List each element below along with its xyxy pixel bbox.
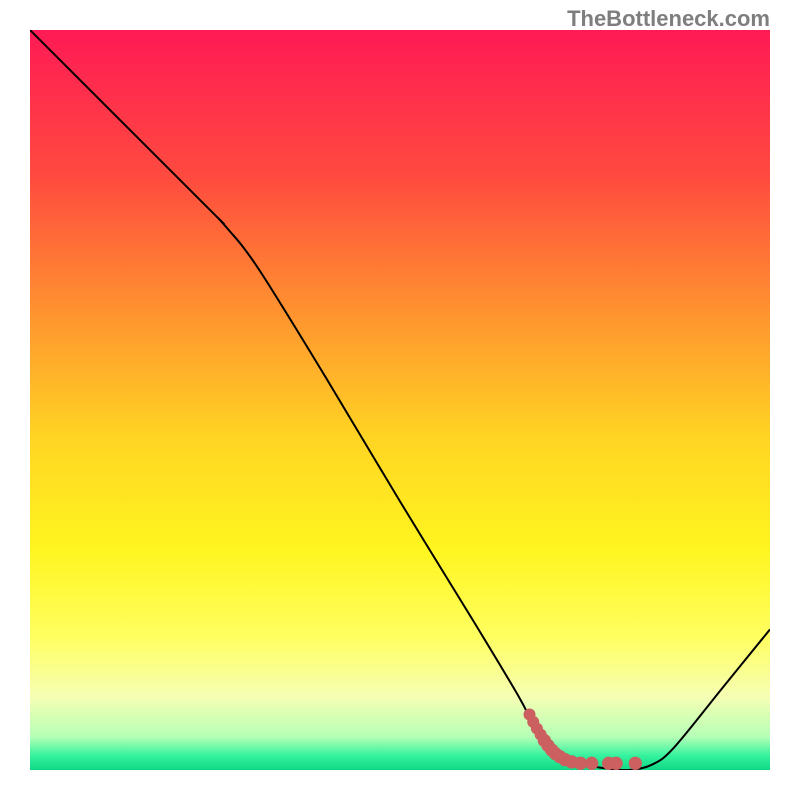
plot-area [30, 30, 770, 770]
highlight-dots-group [524, 709, 642, 770]
highlight-dot [585, 757, 598, 770]
chart-svg [30, 30, 770, 770]
watermark-text: TheBottleneck.com [567, 6, 770, 32]
bottleneck-curve [30, 30, 770, 770]
highlight-dot [629, 757, 642, 770]
highlight-dot [609, 757, 622, 770]
